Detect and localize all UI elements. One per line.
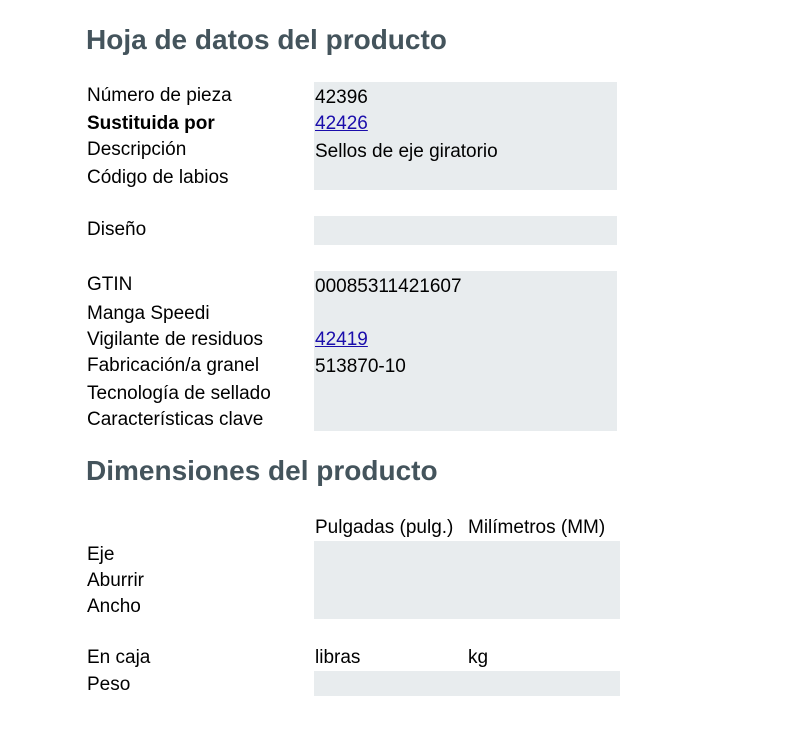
waste-guard-label: Vigilante de residuos [87,329,264,350]
key-features-label: Características clave [87,409,264,430]
seal-tech-label: Tecnología de sellado [87,383,271,404]
description-value: Sellos de eje giratorio [315,141,498,162]
kg-header: kg [468,647,489,668]
gtin-value: 00085311421607 [315,276,462,297]
part-number-label: Número de pieza [87,85,232,106]
replaced-by-link[interactable]: 42426 [315,113,368,134]
lbs-header: libras [315,647,361,668]
waste-guard-value: 42419 [315,330,368,349]
page-title: Hoja de datos del producto [86,24,447,55]
shaft-label: Eje [87,544,115,565]
bore-label: Aburrir [87,570,145,591]
width-label: Ancho [87,596,141,617]
bulk-value: 513870-10 [315,356,406,377]
weight-values-box [314,671,620,696]
dimensions-values-box [314,541,620,619]
description-label: Descripción [87,139,187,160]
weight-label: Peso [87,674,131,695]
bulk-label: Fabricación/a granel [87,355,260,376]
part-number-value: 42396 [315,87,368,108]
dimensions-title: Dimensiones del producto [86,455,438,486]
design-label: Diseño [87,219,147,240]
replaced-by-label: Sustituida por [87,113,215,134]
waste-guard-link[interactable]: 42419 [315,329,368,350]
mm-header: Milímetros (MM) [468,517,606,538]
lip-code-label: Código de labios [87,167,229,188]
values-box-design [314,216,617,245]
replaced-by-value: 42426 [315,114,368,133]
gtin-label: GTIN [87,274,133,295]
boxed-label: En caja [87,647,151,668]
speedi-sleeve-label: Manga Speedi [87,303,210,324]
inches-header: Pulgadas (pulg.) [315,517,454,538]
